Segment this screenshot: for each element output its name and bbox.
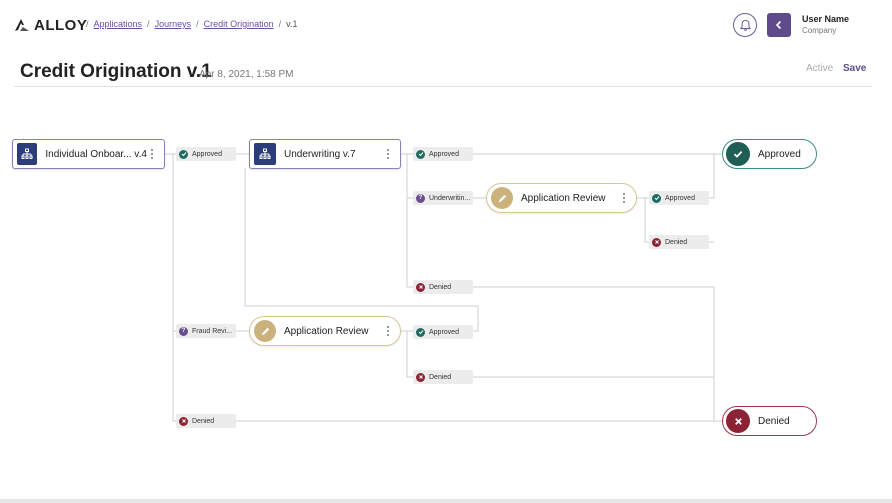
edge-onboarding-approved[interactable]: Approved: [176, 147, 236, 161]
header-divider: [14, 86, 872, 87]
edge-review1-approved[interactable]: Approved: [649, 191, 709, 205]
save-button[interactable]: Save: [843, 63, 866, 74]
node-application-review-2[interactable]: Application Review: [249, 316, 401, 346]
node-label: Application Review: [521, 192, 606, 204]
x-icon: [416, 282, 425, 292]
breadcrumb: / Applications / Journeys / Credit Origi…: [86, 19, 298, 29]
check-icon: [416, 149, 425, 159]
node-application-review-1[interactable]: Application Review: [486, 183, 637, 213]
x-icon: [179, 416, 188, 426]
pencil-icon: [491, 187, 513, 209]
status-label: Active: [806, 63, 834, 74]
alloy-logo-icon: [15, 19, 29, 31]
check-icon: [652, 193, 661, 203]
pencil-icon: [254, 320, 276, 342]
breadcrumb-journeys[interactable]: Journeys: [155, 19, 192, 29]
edge-onboarding-denied[interactable]: Denied: [176, 414, 236, 428]
more-options-icon[interactable]: [382, 146, 394, 162]
breadcrumb-credit-origination[interactable]: Credit Origination: [204, 19, 274, 29]
node-denied-terminal[interactable]: Denied: [722, 406, 817, 436]
node-underwriting[interactable]: Underwriting v.7: [249, 139, 401, 169]
node-label: Denied: [758, 415, 790, 427]
journey-icon: [17, 143, 38, 165]
more-options-icon[interactable]: [147, 146, 158, 162]
breadcrumb-current: v.1: [286, 19, 298, 29]
node-label: Individual Onboar... v.4: [45, 148, 147, 160]
bell-icon: [739, 19, 751, 31]
question-icon: ?: [416, 193, 425, 203]
edge-underwriting-review[interactable]: ? Underwritin...: [413, 191, 473, 205]
chevron-left-icon: [775, 20, 782, 30]
more-options-icon[interactable]: [618, 190, 630, 206]
edge-review2-denied[interactable]: Denied: [413, 370, 473, 384]
edge-underwriting-approved[interactable]: Approved: [413, 147, 473, 161]
logo-text: ALLOY: [34, 16, 88, 34]
user-company: Company: [802, 26, 837, 35]
more-options-icon[interactable]: [382, 323, 394, 339]
check-icon: [179, 149, 188, 159]
edge-underwriting-denied[interactable]: Denied: [413, 280, 473, 294]
page-timestamp: Apr 8, 2021, 1:58 PM: [199, 69, 294, 80]
check-circle-icon: [726, 142, 750, 166]
x-circle-icon: [726, 409, 750, 433]
notifications-button[interactable]: [733, 13, 757, 37]
question-icon: ?: [179, 326, 188, 336]
node-label: Underwriting v.7: [284, 148, 356, 160]
node-label: Application Review: [284, 325, 369, 337]
node-individual-onboarding[interactable]: Individual Onboar... v.4: [12, 139, 165, 169]
journey-icon: [254, 143, 276, 165]
alloy-logo[interactable]: ALLOY: [14, 14, 87, 36]
edge-onboarding-fraud-review[interactable]: ? Fraud Revi...: [176, 324, 236, 338]
edge-review1-denied[interactable]: Denied: [649, 235, 709, 249]
node-approved-terminal[interactable]: Approved: [722, 139, 817, 169]
user-name[interactable]: User Name: [802, 14, 849, 24]
x-icon: [416, 372, 425, 382]
edge-review2-approved[interactable]: Approved: [413, 325, 473, 339]
page-title: Credit Origination v.1: [20, 61, 212, 82]
x-icon: [652, 237, 661, 247]
node-label: Approved: [758, 148, 801, 160]
check-icon: [416, 327, 425, 337]
breadcrumb-applications[interactable]: Applications: [94, 19, 143, 29]
bottom-scroll-bar: [0, 499, 892, 503]
collapse-panel-button[interactable]: [767, 13, 791, 37]
